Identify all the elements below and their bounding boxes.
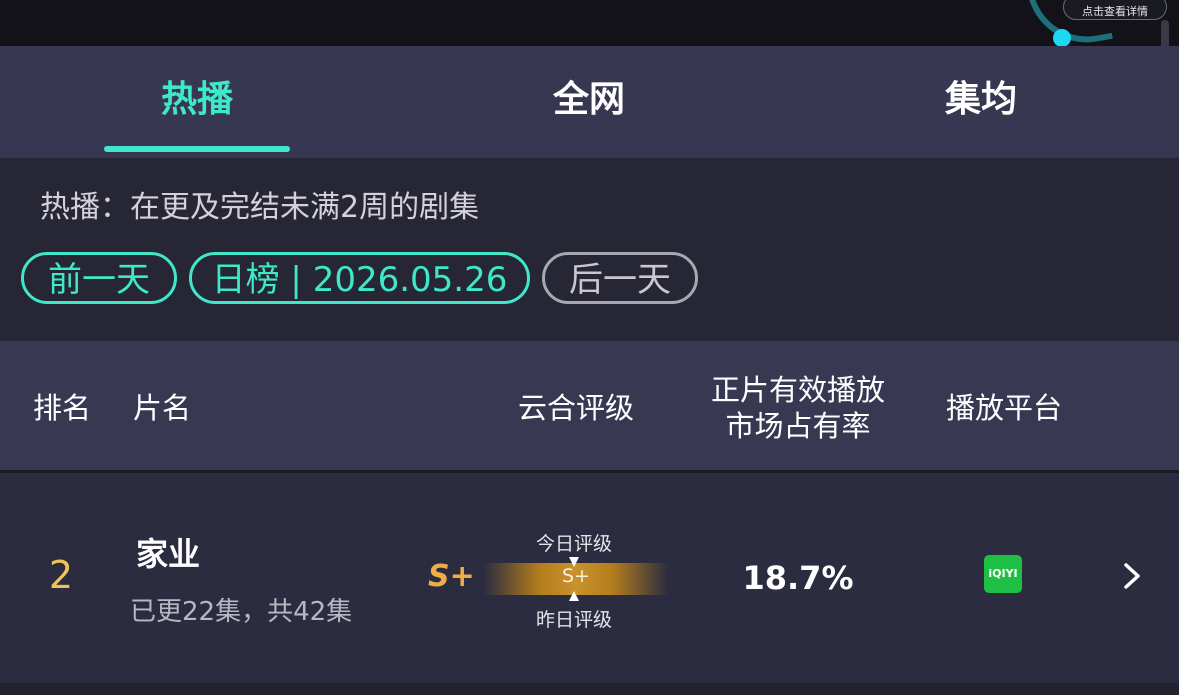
ranking-description: 热播：在更及完结未满2周的剧集 bbox=[40, 190, 480, 225]
info-section: 热播：在更及完结未满2周的剧集 前一天 日榜 | 2026.05.26 后一天 bbox=[0, 158, 1179, 341]
episode-status: 已更22集，共42集 bbox=[130, 597, 353, 627]
rank-number: 2 bbox=[48, 553, 74, 597]
active-tab-indicator bbox=[104, 146, 290, 152]
top-bar: 点击查看详情 bbox=[0, 0, 1179, 52]
iqiyi-logo-icon: iQIYI bbox=[984, 555, 1022, 593]
view-details-button[interactable]: 点击查看详情 bbox=[1063, 0, 1167, 20]
header-rank: 排名 bbox=[32, 391, 91, 425]
grade-bar-text: S+ bbox=[562, 565, 590, 587]
date-selector-button[interactable]: 日榜 | 2026.05.26 bbox=[189, 252, 530, 304]
tab-bar: 热播 全网 集均 bbox=[0, 46, 1179, 158]
tab-hot[interactable]: 热播 bbox=[104, 46, 290, 158]
table-row[interactable]: 2 家业 已更22集，共42集 S+ 今日评级 S+ 昨日评级 18.7% iQ… bbox=[0, 473, 1179, 683]
header-share-line2: 市场占有率 bbox=[725, 409, 871, 443]
drama-title: 家业 bbox=[136, 535, 201, 573]
tab-all-network[interactable]: 全网 bbox=[496, 46, 682, 158]
chevron-right-icon[interactable] bbox=[1118, 561, 1144, 591]
next-day-button[interactable]: 后一天 bbox=[542, 252, 698, 304]
header-rating: 云合评级 bbox=[517, 391, 634, 425]
today-marker-icon bbox=[569, 557, 579, 567]
previous-day-button[interactable]: 前一天 bbox=[21, 252, 177, 304]
header-title: 片名 bbox=[132, 391, 191, 425]
today-grade-label: 今日评级 bbox=[535, 533, 612, 555]
market-share-value: 18.7% bbox=[742, 559, 854, 597]
yesterday-marker-icon bbox=[569, 591, 579, 601]
table-header: 排名 片名 云合评级 正片有效播放 市场占有率 播放平台 bbox=[0, 341, 1179, 470]
yesterday-grade-label: 昨日评级 bbox=[535, 609, 612, 631]
indicator-dot bbox=[1053, 29, 1071, 47]
header-platform: 播放平台 bbox=[945, 391, 1062, 425]
grade-badge: S+ bbox=[428, 559, 475, 594]
tab-episode-average[interactable]: 集均 bbox=[888, 46, 1074, 158]
